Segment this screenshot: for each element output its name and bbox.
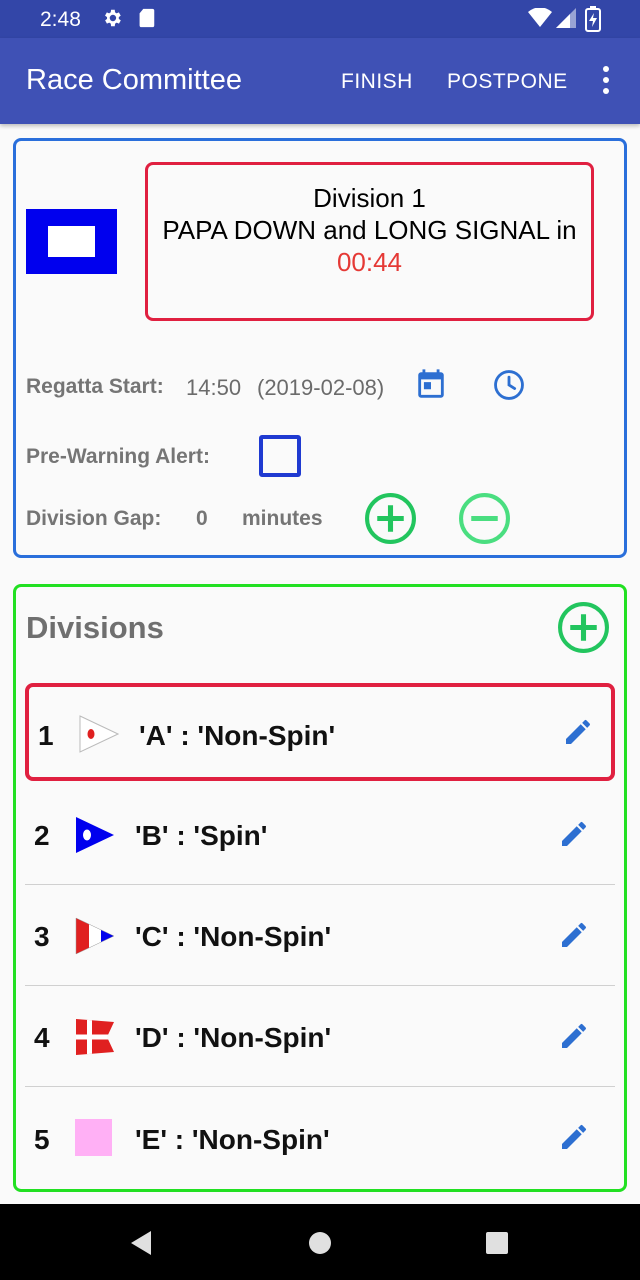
back-icon[interactable] [129, 1230, 153, 1256]
division-number: 2 [34, 820, 50, 851]
division-row[interactable]: 1 'A' : 'Non-Spin' [25, 683, 615, 781]
navigation-bar [0, 1204, 640, 1280]
settings-icon [105, 9, 121, 27]
cell-signal-icon [556, 8, 576, 28]
app-title: Race Committee [26, 64, 242, 96]
edit-icon[interactable] [558, 1020, 590, 1052]
remove-circle-icon[interactable] [458, 492, 511, 545]
division-gap-unit: minutes [242, 507, 323, 530]
status-time: 2:48 [40, 8, 81, 31]
pennant-2-icon [76, 817, 114, 853]
pennant-1-icon [79, 715, 119, 753]
postpone-button[interactable]: POSTPONE [447, 70, 568, 94]
sd-card-icon [139, 8, 155, 28]
division-number: 4 [34, 1022, 50, 1053]
division-number: 3 [34, 921, 50, 952]
clock-icon[interactable] [492, 368, 526, 402]
finish-button[interactable]: FINISH [341, 70, 413, 94]
division-gap-value: 0 [196, 507, 208, 530]
divisions-heading: Divisions [26, 610, 164, 645]
division-name: 'E' : 'Non-Spin' [135, 1124, 330, 1155]
app-bar: Race Committee FINISH POSTPONE [0, 38, 640, 124]
calendar-icon[interactable] [414, 368, 448, 402]
division-row[interactable]: 3 'C' : 'Non-Spin' [25, 886, 615, 986]
wifi-icon [528, 8, 552, 27]
division-name: 'A' : 'Non-Spin' [139, 720, 336, 751]
division-row[interactable]: 2 'B' : 'Spin' [25, 785, 615, 885]
pink-square-icon [75, 1119, 112, 1156]
signal-text: PAPA DOWN and LONG SIGNAL in [162, 215, 577, 245]
add-division-icon[interactable] [557, 601, 610, 654]
status-bar: 2:48 [0, 0, 640, 38]
edit-icon[interactable] [558, 818, 590, 850]
division-name: 'D' : 'Non-Spin' [135, 1022, 332, 1053]
add-circle-icon[interactable] [364, 492, 417, 545]
edit-icon[interactable] [562, 716, 594, 748]
edit-icon[interactable] [558, 1121, 590, 1153]
overflow-menu-icon[interactable] [596, 66, 616, 100]
start-time-value: 14:50 [186, 375, 242, 400]
signal-division: Division 1 [313, 183, 426, 213]
signal-box: Division 1 PAPA DOWN and LONG SIGNAL in … [145, 162, 594, 321]
prewarning-label: Pre-Warning Alert: [26, 445, 210, 468]
recents-icon[interactable] [485, 1231, 509, 1255]
division-name: 'B' : 'Spin' [135, 820, 268, 851]
battery-icon [585, 6, 601, 32]
pennant-3-icon [75, 917, 115, 955]
division-number: 5 [34, 1124, 50, 1155]
prewarning-checkbox[interactable] [259, 435, 301, 477]
regatta-start-label: Regatta Start: [26, 375, 164, 398]
division-name: 'C' : 'Non-Spin' [135, 921, 332, 952]
division-row[interactable]: 5 'E' : 'Non-Spin' [25, 1088, 615, 1184]
division-gap-label: Division Gap: [26, 507, 162, 530]
pennant-4-icon [76, 1019, 114, 1055]
division-row[interactable]: 4 'D' : 'Non-Spin' [25, 987, 615, 1087]
edit-icon[interactable] [558, 919, 590, 951]
start-date-value: (2019-02-08) [257, 375, 385, 400]
home-icon[interactable] [308, 1231, 332, 1255]
division-number: 1 [38, 720, 54, 751]
signal-countdown: 00:44 [336, 247, 403, 277]
papa-flag-icon [26, 209, 117, 274]
